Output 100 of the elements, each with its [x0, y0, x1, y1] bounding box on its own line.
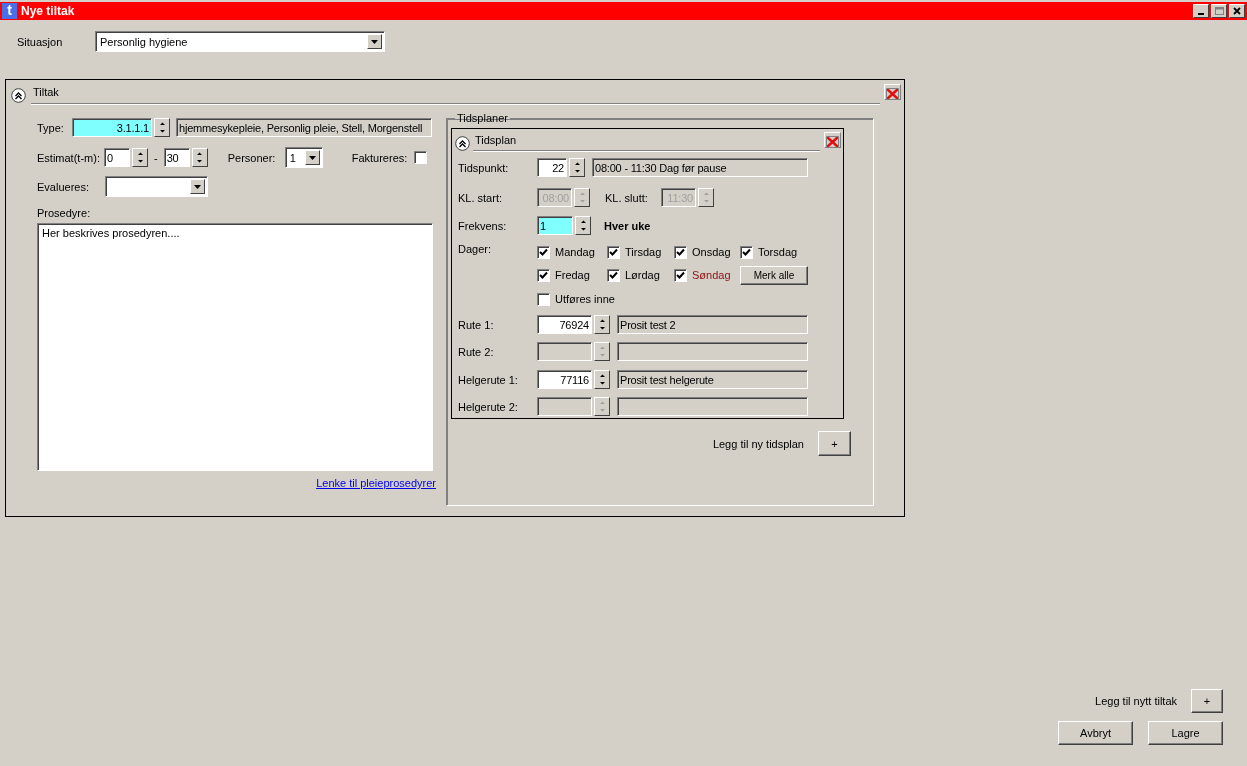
spin-button[interactable] [574, 188, 590, 207]
app-icon: t [2, 3, 17, 19]
spin-arrows-icon [599, 319, 605, 330]
close-icon [1233, 7, 1241, 15]
spin-arrows-icon [574, 162, 580, 173]
caret-icon [194, 184, 201, 189]
collapse-icon[interactable] [455, 136, 470, 151]
spin-arrows-icon [197, 152, 203, 163]
input-field[interactable]: 0 [104, 148, 130, 167]
field-label: Frekvens: [458, 219, 508, 232]
field-label: Dager: [458, 243, 493, 255]
dropdown-value: Personlig hygiene [99, 35, 189, 48]
field-label: Personer: [227, 151, 277, 164]
field-label: KL. start: [458, 191, 504, 204]
spin-button[interactable] [594, 397, 610, 416]
add-label: Legg til ny tidsplan [712, 437, 804, 450]
input-field[interactable]: 77116 [537, 370, 592, 389]
checkbox[interactable] [740, 245, 753, 259]
checkbox-label: Torsdag [758, 246, 798, 258]
dialog-button[interactable]: Lagre [1148, 721, 1223, 745]
separator-text: - [154, 151, 158, 164]
checkbox[interactable] [413, 151, 427, 164]
checkbox[interactable] [607, 245, 620, 259]
field-label: Estimat(t-m): [37, 151, 101, 164]
input-field[interactable]: 76924 [537, 315, 592, 334]
checkbox[interactable] [537, 292, 550, 306]
checkbox[interactable] [537, 245, 550, 259]
caret-icon [308, 155, 316, 160]
field-label: Prosedyre: [37, 207, 92, 219]
checkbox[interactable] [674, 268, 687, 282]
group-title: Tidsplaner [456, 112, 509, 124]
panel-title: Tiltak [31, 84, 880, 104]
dropdown-button[interactable] [304, 150, 320, 165]
checkbox-label: Utføres inne [555, 293, 615, 305]
spin-arrows-icon [703, 192, 709, 203]
spin-arrows-icon [599, 401, 605, 412]
dialog-button[interactable]: Avbryt [1058, 721, 1133, 745]
spin-button[interactable] [191, 148, 208, 167]
spin-button[interactable] [594, 370, 610, 389]
add-button[interactable]: + [818, 431, 851, 456]
input-field[interactable]: 30 [163, 148, 190, 167]
collapse-icon[interactable] [11, 88, 26, 103]
field-label: Faktureres: [351, 151, 409, 164]
caret-icon [371, 39, 378, 44]
spin-arrows-icon [159, 122, 165, 133]
dropdown[interactable]: Personlig hygiene [95, 31, 385, 52]
spin-button[interactable] [575, 216, 591, 235]
spin-arrows-icon [599, 374, 605, 385]
field-label: Type: [37, 121, 65, 134]
maximize-button[interactable] [1211, 4, 1227, 18]
input-field[interactable]: Prosit test 2 [617, 315, 808, 334]
window-title: Nye tiltak [21, 4, 76, 18]
spin-button[interactable] [594, 342, 610, 361]
spin-button[interactable] [132, 148, 148, 167]
close-icon [826, 136, 839, 148]
input-field[interactable]: 08:00 - 11:30 Dag før pause [592, 158, 808, 177]
input-field[interactable]: Prosit test helgerute [617, 370, 808, 389]
checkbox-label: Mandag [555, 246, 595, 258]
checkbox-label: Onsdag [692, 246, 731, 258]
checkbox-label: Søndag [692, 269, 731, 281]
spin-button[interactable] [569, 158, 585, 177]
field-label: Rute 2: [458, 345, 495, 358]
dropdown-button[interactable] [190, 179, 205, 194]
spin-button[interactable] [594, 315, 610, 334]
spin-arrows-icon [580, 220, 586, 231]
input-field[interactable] [617, 397, 808, 416]
field-label: Helgerute 1: [458, 373, 519, 386]
input-field[interactable]: 22 [537, 158, 567, 177]
dropdown-button[interactable] [367, 34, 382, 49]
field-label: KL. slutt: [605, 191, 649, 204]
text-area[interactable]: Her beskrives prosedyren.... [37, 223, 433, 471]
add-button[interactable]: + [1191, 689, 1223, 713]
dropdown[interactable] [105, 176, 208, 197]
field-label: Rute 1: [458, 318, 495, 331]
add-label: Legg til nytt tiltak [1095, 695, 1177, 707]
field-label: Situasjon [17, 35, 64, 48]
checkbox[interactable] [607, 268, 620, 282]
spin-button[interactable] [698, 188, 714, 207]
frequency-text: Hver uke [604, 219, 651, 232]
input-field[interactable]: 1 [537, 216, 573, 235]
panel-title: Tidsplan [473, 132, 820, 151]
dropdown[interactable]: 1 [284, 147, 323, 168]
spin-button[interactable] [154, 118, 170, 137]
close-icon [886, 88, 899, 100]
input-field[interactable]: hjemmesykepleie, Personlig pleie, Stell, Morgenstell [176, 118, 432, 137]
link[interactable]: Lenke til pleieprosedyrer [316, 477, 436, 489]
checkbox-label: Lørdag [625, 269, 660, 281]
dropdown-value: 1 [288, 151, 297, 164]
close-button[interactable] [1229, 4, 1245, 18]
field-label: Tidspunkt: [458, 161, 510, 174]
input-field[interactable]: 3.1.1.1 [72, 118, 152, 137]
spin-arrows-icon [137, 152, 143, 163]
spin-arrows-icon [579, 192, 585, 203]
input-field[interactable] [617, 342, 808, 361]
checkbox[interactable] [537, 268, 550, 282]
maximize-icon [1214, 7, 1224, 15]
field-label: Evalueres: [37, 180, 90, 193]
minimize-button[interactable] [1193, 4, 1209, 18]
checkbox[interactable] [674, 245, 687, 259]
select-all-button[interactable]: Merk alle [740, 266, 808, 285]
